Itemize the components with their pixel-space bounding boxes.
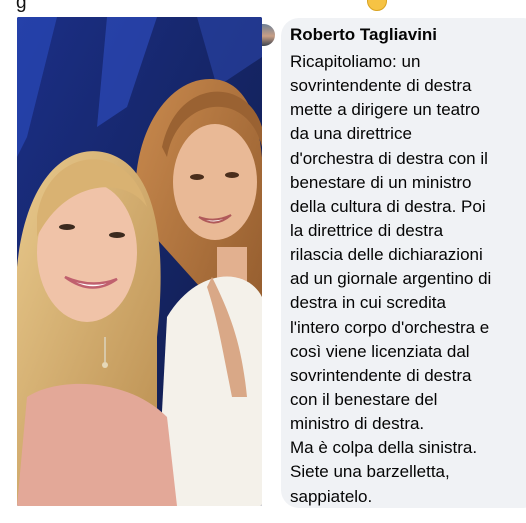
comment-line: della cultura di destra. Poi — [290, 196, 486, 216]
comment-line: con il benestare del — [290, 389, 438, 409]
profile-avatar[interactable] — [262, 24, 275, 46]
comment-line: d'orchestra di destra con il — [290, 148, 488, 168]
comment-line: Ma è colpa della sinistra. — [290, 438, 478, 458]
comment-line: mette a dirigere un teatro — [290, 100, 480, 120]
comment-line: sappiatelo. — [290, 486, 373, 506]
comment-line: rilascia delle dichiarazioni — [290, 245, 483, 265]
emoji-icon — [367, 0, 387, 11]
cropped-text-fragment: g — [16, 0, 27, 13]
comment-author-name[interactable]: Roberto Tagliavini — [290, 25, 437, 45]
comment-line: sovrintendente di destra — [290, 76, 472, 96]
comment-line: sovrintendente di destra — [290, 365, 472, 385]
comment-line: la direttrice di destra — [290, 220, 444, 240]
selfie-photo[interactable] — [17, 17, 262, 506]
comment-line: Siete una barzelletta, — [290, 462, 450, 482]
comment-line: benestare di un ministro — [290, 172, 472, 192]
comment-text: Ricapitoliamo: un sovrintendente di dest… — [290, 50, 526, 509]
comment-line: così viene licenziata dal — [290, 341, 470, 361]
comment-line: destra in cui scredita — [290, 293, 446, 313]
selfie-photo-drawing — [17, 17, 262, 506]
comment-line: ministro di destra. — [290, 414, 425, 434]
previous-post-strip: g — [0, 0, 526, 16]
comment-line: Ricapitoliamo: un — [290, 52, 421, 71]
comment-line: l'intero corpo d'orchestra e — [290, 317, 490, 337]
comment-line: ad un giornale argentino di — [290, 269, 492, 289]
comment-line: da una direttrice — [290, 124, 412, 144]
